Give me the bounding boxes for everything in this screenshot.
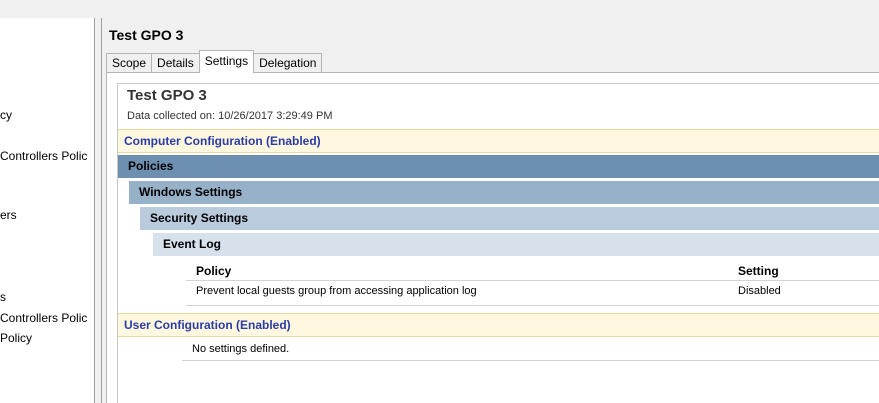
user-configuration-header[interactable]: User Configuration (Enabled) xyxy=(118,313,879,337)
tab-scope[interactable]: Scope xyxy=(106,53,153,73)
tree-item[interactable]: s xyxy=(0,290,6,304)
tab-strip: Scope Details Settings Delegation xyxy=(106,50,323,73)
tree-item[interactable]: Policy xyxy=(0,331,32,345)
tab-details[interactable]: Details xyxy=(151,53,200,73)
report-title: Test GPO 3 xyxy=(127,87,207,104)
tab-delegation[interactable]: Delegation xyxy=(253,53,323,73)
tree-item[interactable]: Controllers Polic xyxy=(0,149,87,163)
policy-name: Prevent local guests group from accessin… xyxy=(196,285,477,297)
security-settings-header[interactable]: Security Settings xyxy=(140,206,879,230)
gpmc-window: cy Controllers Polic ers s Controllers P… xyxy=(0,0,879,403)
event-log-header[interactable]: Event Log xyxy=(153,232,879,256)
tree-item[interactable]: Controllers Polic xyxy=(0,311,87,325)
table-header: Policy Setting xyxy=(186,260,879,281)
tab-settings[interactable]: Settings xyxy=(198,50,255,73)
policy-table: Policy Setting Prevent local guests grou… xyxy=(186,260,879,306)
report-date: Data collected on: 10/26/2017 3:29:49 PM xyxy=(127,110,333,122)
table-row: Prevent local guests group from accessin… xyxy=(186,281,879,306)
tree-pane[interactable]: cy Controllers Polic ers s Controllers P… xyxy=(0,18,95,403)
page-title: Test GPO 3 xyxy=(109,27,184,43)
settings-report-frame: Test GPO 3 Data collected on: 10/26/2017… xyxy=(106,72,879,403)
tree-item[interactable]: cy xyxy=(0,108,12,122)
toolbar-strip xyxy=(0,0,879,18)
column-header-policy: Policy xyxy=(196,264,232,278)
computer-configuration-header[interactable]: Computer Configuration (Enabled) xyxy=(118,129,879,153)
tree-item[interactable]: ers xyxy=(0,208,17,222)
no-settings-text: No settings defined. xyxy=(192,343,290,355)
user-no-settings: No settings defined. xyxy=(182,338,879,361)
column-header-setting: Setting xyxy=(738,264,779,278)
windows-settings-header[interactable]: Windows Settings xyxy=(129,180,879,204)
policies-header[interactable]: Policies xyxy=(118,154,879,178)
policy-setting: Disabled xyxy=(738,285,781,297)
details-pane: Test GPO 3 Scope Details Settings Delega… xyxy=(101,18,879,403)
settings-report: Test GPO 3 Data collected on: 10/26/2017… xyxy=(117,83,879,403)
